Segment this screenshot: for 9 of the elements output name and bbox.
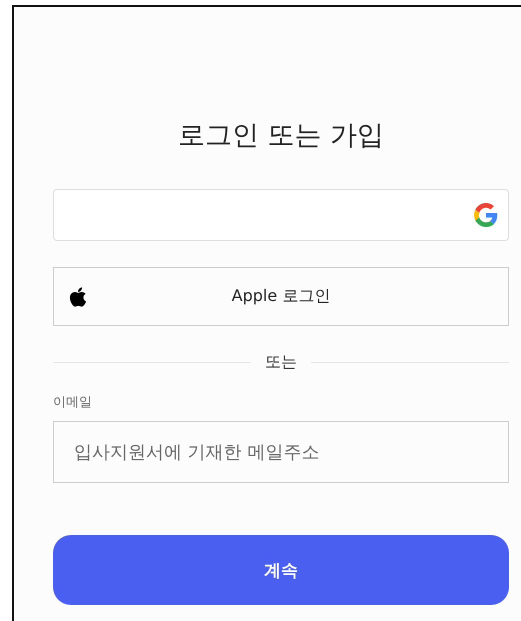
google-login-button[interactable] bbox=[53, 189, 509, 241]
apple-login-button[interactable]: Apple 로그인 bbox=[53, 267, 509, 326]
email-input-field[interactable]: 입사지원서에 기재한 메일주소 bbox=[53, 421, 509, 483]
page-title: 로그인 또는 가입 bbox=[176, 119, 386, 153]
apple-logo-icon bbox=[68, 286, 88, 308]
continue-button[interactable]: 계속 bbox=[53, 535, 509, 605]
email-label: 이메일 bbox=[53, 394, 93, 411]
divider-label: 또는 bbox=[265, 352, 297, 373]
google-logo-icon bbox=[474, 203, 498, 227]
